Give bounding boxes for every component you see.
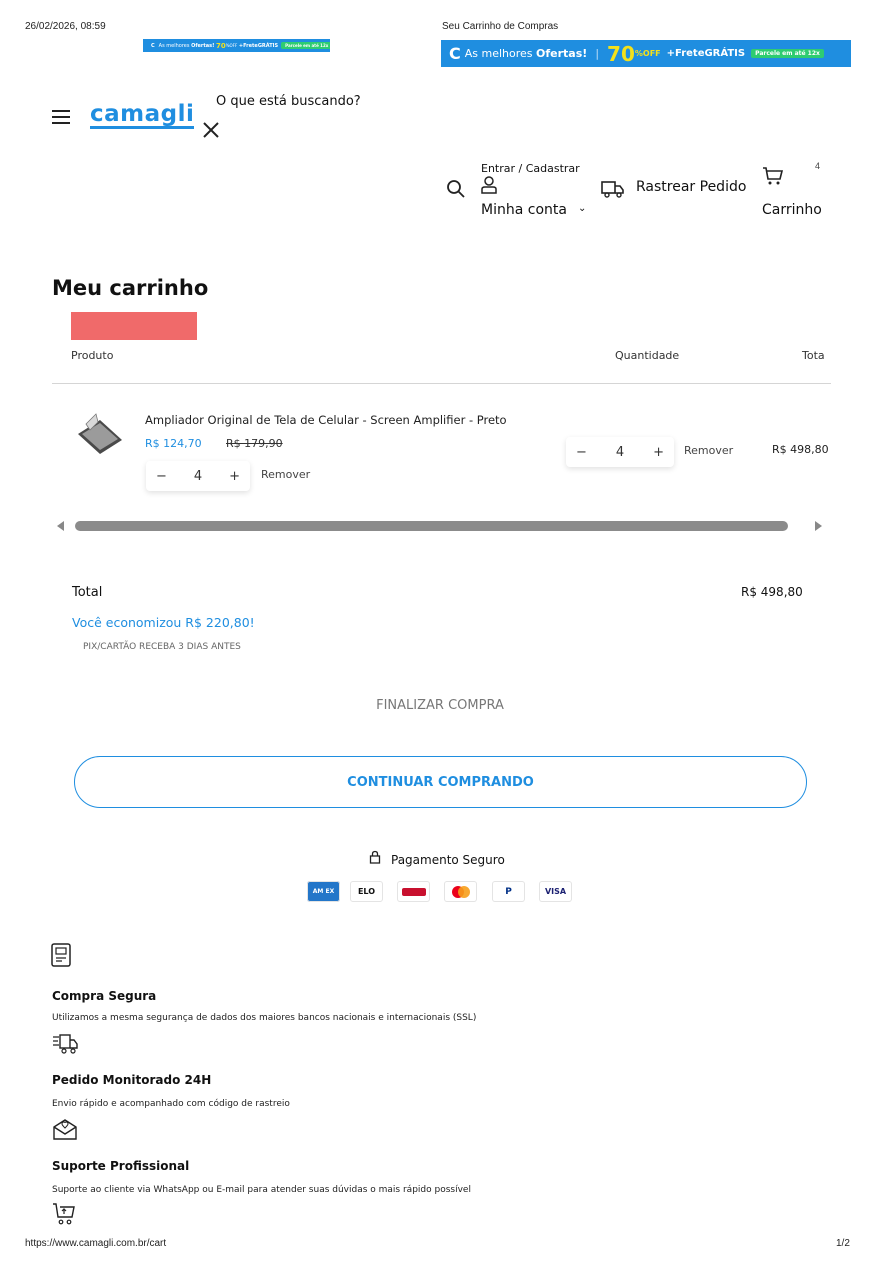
product-name[interactable]: Ampliador Original de Tela de Celular - … [145,413,507,427]
search-placeholder[interactable]: O que está buscando? [216,94,361,109]
lock-icon [368,850,382,864]
hamburger-menu-icon[interactable] [52,110,70,124]
promo-banner[interactable]: C As melhores Ofertas! | 70 %OFF +FreteG… [441,40,851,67]
column-header-product: Produto [71,349,114,362]
cart-count-badge: 4 [815,161,821,171]
pix-note: PIX/CARTÃO RECEBA 3 DIAS ANTES [83,642,241,652]
continue-shopping-button[interactable]: CONTINUAR COMPRANDO [74,756,807,808]
cart-icon[interactable] [762,165,784,187]
quantity-value[interactable]: 4 [194,469,202,484]
feature-desc-monitored: Envio rápido e acompanhado com código de… [52,1099,290,1109]
secure-payment-label: Pagamento Seguro [391,853,505,867]
banner-discount-suffix: %OFF [634,49,661,58]
visa-icon: VISA [539,881,572,902]
paypal-icon: P [492,881,525,902]
banner-pill: Parcele em até 12x [281,42,330,49]
redaction-block [71,312,197,340]
banner-separator: | [595,47,600,60]
user-icon[interactable] [480,176,498,194]
mastercard-icon [444,881,477,902]
hipercard-icon [397,881,430,902]
search-icon[interactable] [446,179,466,199]
feature-desc-secure: Utilizamos a mesma segurança de dados do… [52,1013,477,1023]
banner-highlight: Ofertas! [191,42,215,49]
envelope-heart-icon [52,1117,78,1141]
cart-label[interactable]: Carrinho [762,202,822,218]
decrease-icon[interactable]: − [156,469,167,484]
camagli-mark-icon: C [449,44,461,63]
line-total: R$ 498,80 [772,443,829,456]
banner-shipping: +FreteGRÁTIS [238,42,279,49]
increase-icon[interactable]: + [653,445,664,460]
total-label: Total [72,585,103,600]
savings-text: Você economizou R$ 220,80! [72,615,255,630]
account-label[interactable]: Minha conta [481,202,567,218]
banner-discount-suffix: %OFF [225,43,238,48]
checkout-button[interactable]: FINALIZAR COMPRA [320,698,560,713]
site-logo[interactable]: camagli [90,102,195,129]
print-url: https://www.camagli.com.br/cart [25,1238,167,1249]
scroll-left-arrow-icon[interactable] [57,521,64,531]
delivery-truck-icon [52,1032,78,1056]
banner-pill: Parcele em até 12x [751,49,824,58]
amex-icon: AM EX [307,881,340,902]
banner-prefix: As melhores [464,47,533,60]
track-order-label[interactable]: Rastrear Pedido [636,179,746,195]
page-title: Meu carrinho [52,276,209,300]
quantity-stepper[interactable]: − 4 + [566,437,674,467]
cart-support-icon [52,1201,78,1227]
product-old-price: R$ 179,90 [226,437,283,450]
horizontal-scrollbar[interactable] [75,521,788,531]
column-header-total: Tota [802,349,825,362]
feature-title-support: Suporte Profissional [52,1159,190,1173]
banner-highlight: Ofertas! [536,47,588,60]
product-thumbnail[interactable] [72,410,128,460]
feature-desc-support: Suporte ao cliente via WhatsApp ou E-mai… [52,1185,471,1195]
banner-prefix: As melhores [158,42,190,49]
promo-banner-small[interactable]: C As melhores Ofertas! 70 %OFF +FreteGRÁ… [143,39,330,52]
elo-icon: ELO [350,881,383,902]
remove-link-mobile[interactable]: Remover [261,468,310,481]
product-price: R$ 124,70 [145,437,202,450]
decrease-icon[interactable]: − [576,445,587,460]
quantity-value[interactable]: 4 [616,445,624,460]
camagli-mark-icon: C [151,42,155,49]
login-label[interactable]: Entrar / Cadastrar [481,162,580,175]
remove-link[interactable]: Remover [684,444,733,457]
print-page-number: 1/2 [836,1238,850,1249]
feature-title-monitored: Pedido Monitorado 24H [52,1073,212,1087]
secure-purchase-icon [50,942,72,968]
chevron-down-icon[interactable]: ⌄ [578,203,586,214]
banner-shipping: +FreteGRÁTIS [666,48,746,59]
print-datetime: 26/02/2026, 08:59 [25,21,106,32]
header-divider [52,383,831,384]
quantity-stepper-mobile[interactable]: − 4 + [146,461,250,491]
banner-discount: 70 [215,41,226,50]
print-doc-title: Seu Carrinho de Compras [442,21,559,32]
truck-icon[interactable] [600,179,626,199]
feature-title-secure: Compra Segura [52,989,157,1003]
column-header-quantity: Quantidade [615,349,680,362]
scroll-right-arrow-icon[interactable] [815,521,822,531]
increase-icon[interactable]: + [229,469,240,484]
close-icon[interactable] [201,120,221,140]
total-value: R$ 498,80 [741,585,803,599]
banner-discount: 70 [607,41,635,66]
